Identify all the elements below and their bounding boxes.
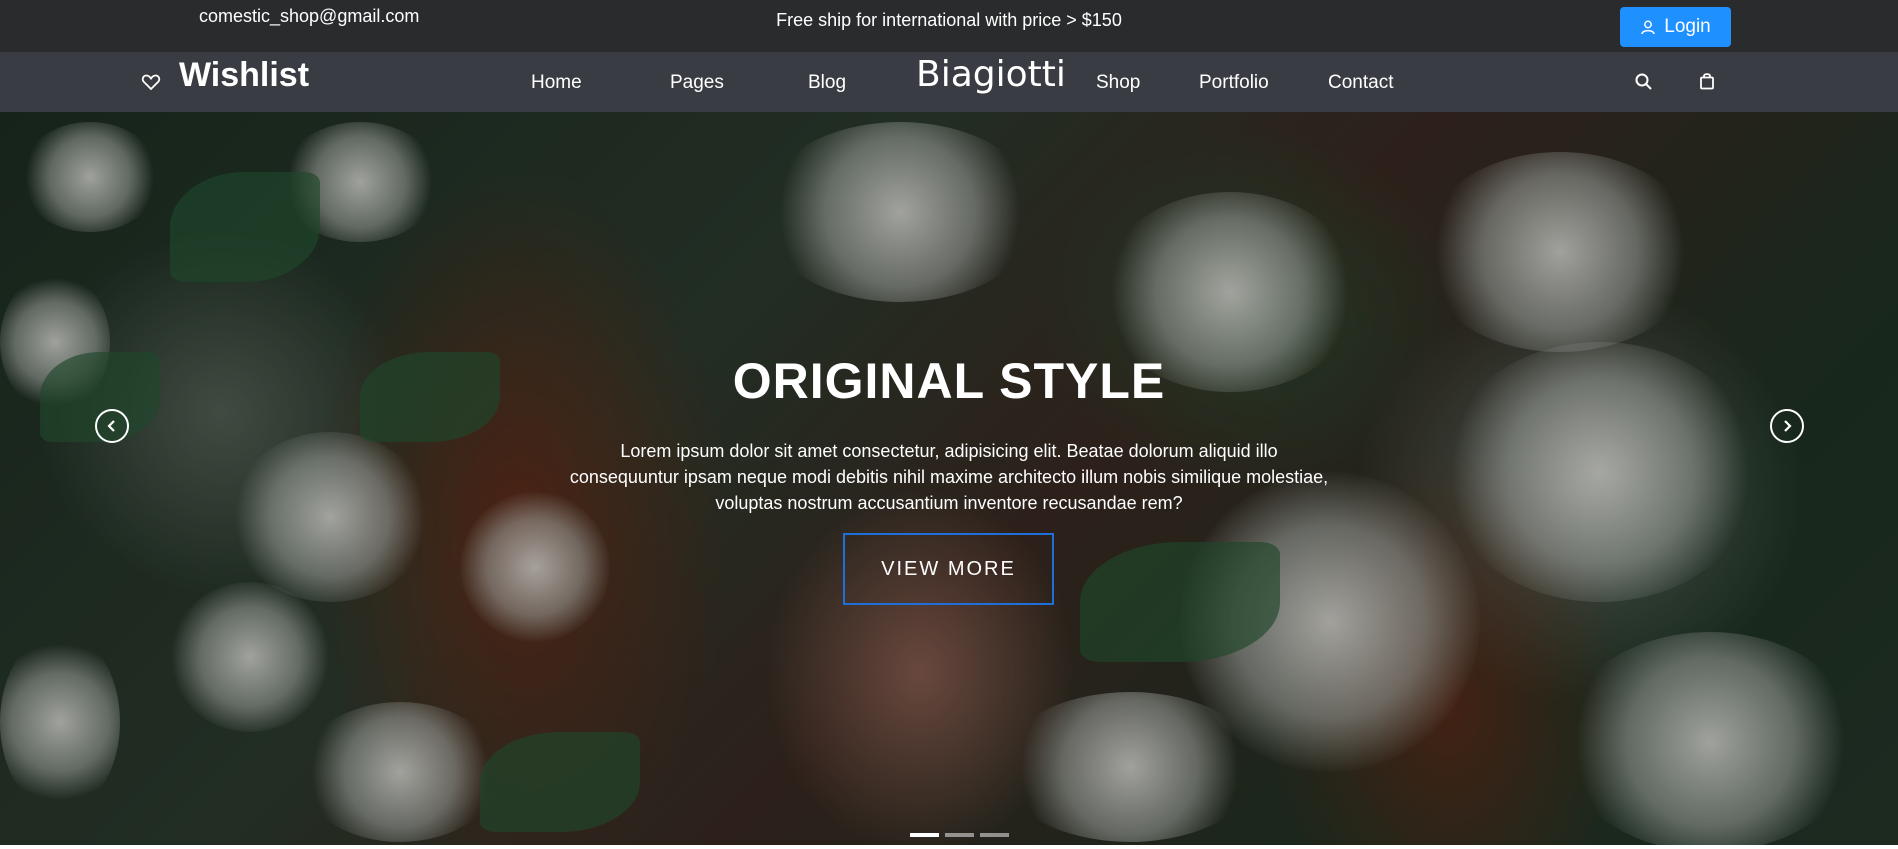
shopping-bag-icon[interactable]: [1697, 71, 1717, 91]
carousel-indicator-1[interactable]: [910, 833, 939, 837]
carousel-indicator-3[interactable]: [980, 833, 1009, 837]
carousel-indicators: [910, 833, 1009, 837]
nav-portfolio[interactable]: Portfolio: [1199, 72, 1269, 94]
login-label: Login: [1664, 16, 1711, 37]
top-bar: comestic_shop@gmail.com Free ship for in…: [0, 0, 1898, 52]
chevron-right-icon: [1784, 420, 1792, 432]
nav-blog[interactable]: Blog: [808, 72, 846, 94]
heart-icon[interactable]: [141, 72, 161, 92]
view-more-button[interactable]: VIEW MORE: [843, 533, 1054, 605]
carousel-indicator-2[interactable]: [945, 833, 974, 837]
carousel-next-button[interactable]: [1770, 409, 1804, 443]
wishlist-brand[interactable]: Wishlist: [179, 56, 309, 95]
nav-home[interactable]: Home: [531, 72, 582, 94]
nav-contact[interactable]: Contact: [1328, 72, 1393, 94]
hero-description: Lorem ipsum dolor sit amet consectetur, …: [569, 441, 1329, 513]
nav-pages[interactable]: Pages: [670, 72, 724, 94]
site-logo[interactable]: Biagiotti: [916, 54, 1066, 95]
chevron-left-icon: [107, 420, 115, 432]
user-icon: [1641, 20, 1655, 35]
promo-text: Free ship for international with price >…: [776, 10, 1122, 30]
search-icon[interactable]: [1634, 72, 1654, 92]
hero-carousel: ORIGINAL STYLE Lorem ipsum dolor sit ame…: [0, 112, 1898, 845]
main-nav: Wishlist Home Pages Blog Biagiotti Shop …: [0, 52, 1898, 112]
hero-title: ORIGINAL STYLE: [732, 353, 1166, 409]
login-button[interactable]: Login: [1620, 7, 1731, 47]
nav-shop[interactable]: Shop: [1096, 72, 1140, 94]
carousel-prev-button[interactable]: [95, 409, 129, 443]
